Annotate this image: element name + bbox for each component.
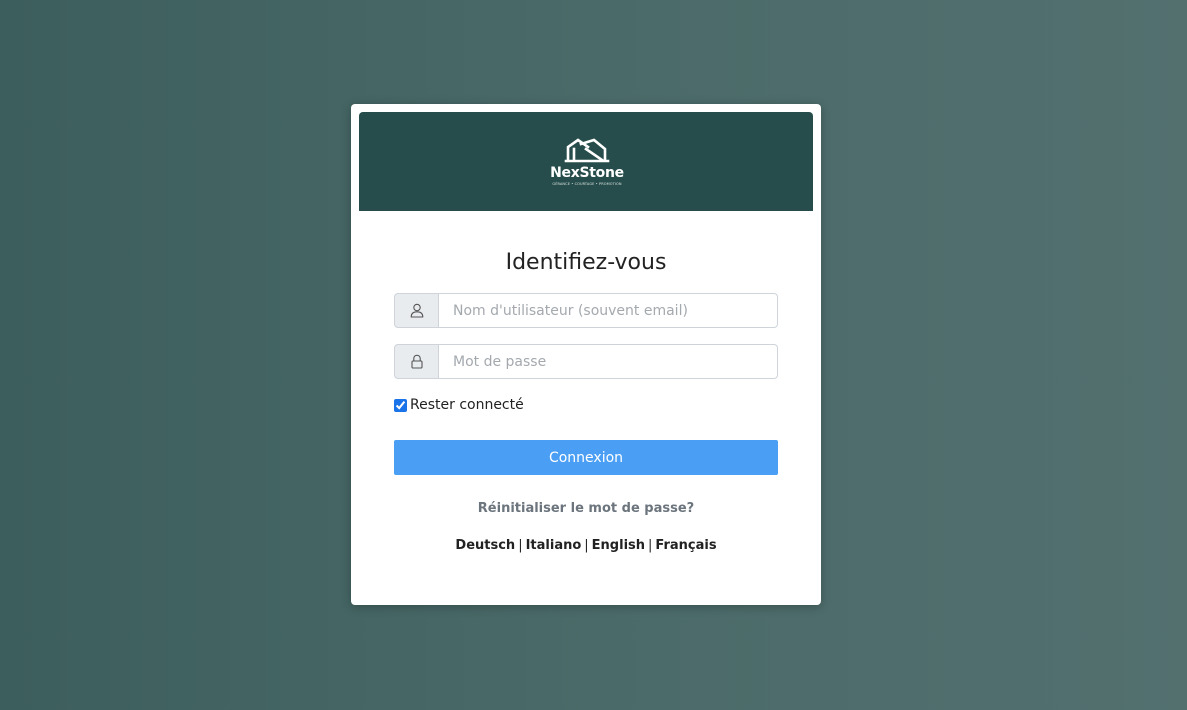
lang-it-link[interactable]: Italiano — [526, 538, 582, 553]
reset-password-link[interactable]: Réinitialiser le mot de passe? — [351, 500, 821, 518]
language-switcher: Deutsch | Italiano | English | Français — [351, 537, 821, 555]
lock-icon — [394, 344, 439, 379]
brand-name: NexStone — [550, 165, 624, 181]
brand-tagline: GÉRANCE • COURTAGE • PROMOTION — [552, 182, 622, 186]
password-field[interactable] — [439, 344, 778, 379]
house-logo-icon — [564, 138, 610, 163]
lang-separator: | — [518, 538, 523, 553]
lang-fr-link[interactable]: Français — [655, 538, 716, 553]
password-group — [394, 344, 778, 379]
username-group — [394, 293, 778, 328]
lang-separator: | — [648, 538, 653, 553]
nexstone-logo: NexStone GÉRANCE • COURTAGE • PROMOTION — [544, 136, 630, 190]
remember-label[interactable]: Rester connecté — [410, 397, 524, 413]
page-title: Identifiez-vous — [505, 250, 667, 275]
lang-separator: | — [584, 538, 589, 553]
login-button[interactable]: Connexion — [394, 440, 778, 475]
login-card: NexStone GÉRANCE • COURTAGE • PROMOTION … — [351, 104, 821, 605]
lang-en-link[interactable]: English — [592, 538, 645, 553]
brand-banner: NexStone GÉRANCE • COURTAGE • PROMOTION — [359, 112, 813, 211]
remember-checkbox[interactable] — [394, 398, 407, 412]
username-field[interactable] — [439, 293, 778, 328]
user-icon — [394, 293, 439, 328]
lang-de-link[interactable]: Deutsch — [455, 538, 515, 553]
remember-row: Rester connecté — [394, 395, 524, 415]
